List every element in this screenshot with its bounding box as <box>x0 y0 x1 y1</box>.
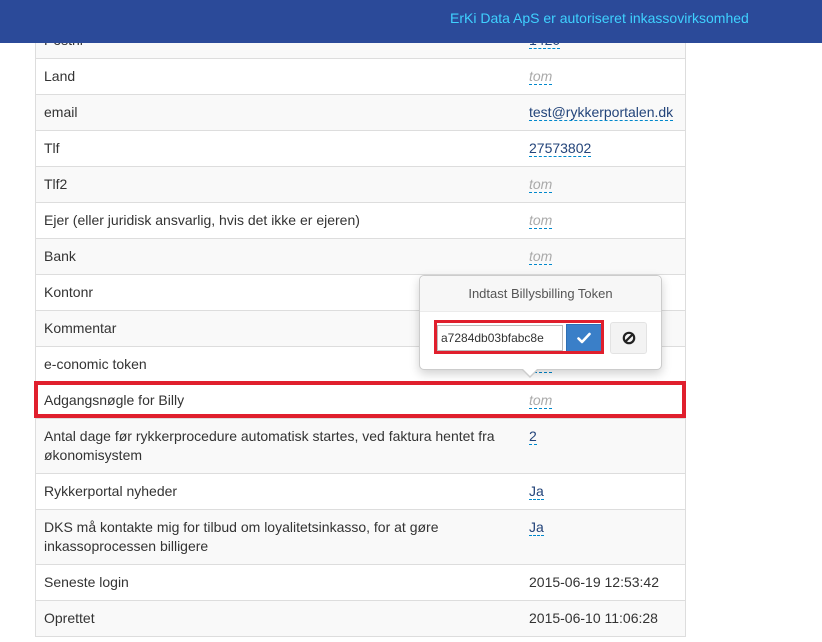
ban-icon <box>622 331 635 345</box>
row-label: Bank <box>44 248 76 264</box>
table-row: Rykkerportal nyheder Ja <box>36 473 685 509</box>
table-row: Land tom <box>36 58 685 94</box>
table-row: Tlf2 tom <box>36 166 685 202</box>
row-label: Tlf2 <box>44 176 68 192</box>
row-label: Tlf <box>44 140 60 156</box>
table-row: Seneste login 2015-06-19 12:53:42 <box>36 564 685 600</box>
table-row-billy-key: Adgangsnøgle for Billy tom <box>36 382 685 418</box>
table-row: Bank tom <box>36 238 685 274</box>
confirm-button[interactable] <box>566 324 602 352</box>
row-label: Rykkerportal nyheder <box>44 483 178 499</box>
readonly-value: 2015-06-10 11:06:28 <box>529 610 658 626</box>
row-label: Ejer (eller juridisk ansvarlig, hvis det… <box>44 212 360 228</box>
top-navbar: ErKi Data ApS er autoriseret inkassovirk… <box>0 0 822 43</box>
editable-value[interactable]: tom <box>529 68 553 85</box>
table-row: DKS må kontakte mig for tilbud om loyali… <box>36 509 685 564</box>
row-label: Antal dage før rykkerprocedure automatis… <box>44 428 495 463</box>
editable-value[interactable]: Ja <box>529 519 544 536</box>
editable-value[interactable]: tom <box>529 212 553 229</box>
editable-value[interactable]: tom <box>529 176 553 193</box>
editable-value[interactable]: 27573802 <box>529 140 592 157</box>
editable-value[interactable]: tom <box>529 248 553 265</box>
row-label: Oprettet <box>44 610 95 626</box>
table-row: Tlf 27573802 <box>36 130 685 166</box>
row-label: Seneste login <box>44 574 129 590</box>
brand-text: ErKi Data ApS er autoriseret inkassovirk… <box>450 10 749 26</box>
editable-value[interactable]: test@rykkerportalen.dk <box>529 104 674 121</box>
table-row: Ejer (eller juridisk ansvarlig, hvis det… <box>36 202 685 238</box>
popover-title: Indtast Billysbilling Token <box>420 276 661 312</box>
editable-value[interactable]: Ja <box>529 483 544 500</box>
cancel-button[interactable] <box>610 322 647 354</box>
table-row: Oprettet 2015-06-10 11:06:28 <box>36 600 685 636</box>
popover-arrow <box>521 368 539 378</box>
readonly-value: 2015-06-19 12:53:42 <box>529 574 659 590</box>
token-input[interactable] <box>437 325 563 351</box>
row-label: Land <box>44 68 76 84</box>
editable-value[interactable]: 2 <box>529 428 537 445</box>
checkmark-icon <box>577 332 591 344</box>
table-row: email test@rykkerportalen.dk <box>36 94 685 130</box>
row-label: Adgangsnøgle for Billy <box>44 392 185 408</box>
row-label: email <box>44 104 78 120</box>
token-popover: Indtast Billysbilling Token <box>419 275 662 378</box>
row-label: DKS må kontakte mig for tilbud om loyali… <box>44 519 439 554</box>
table-row: Antal dage før rykkerprocedure automatis… <box>36 418 685 473</box>
billy-key-editable[interactable]: tom <box>529 392 553 409</box>
